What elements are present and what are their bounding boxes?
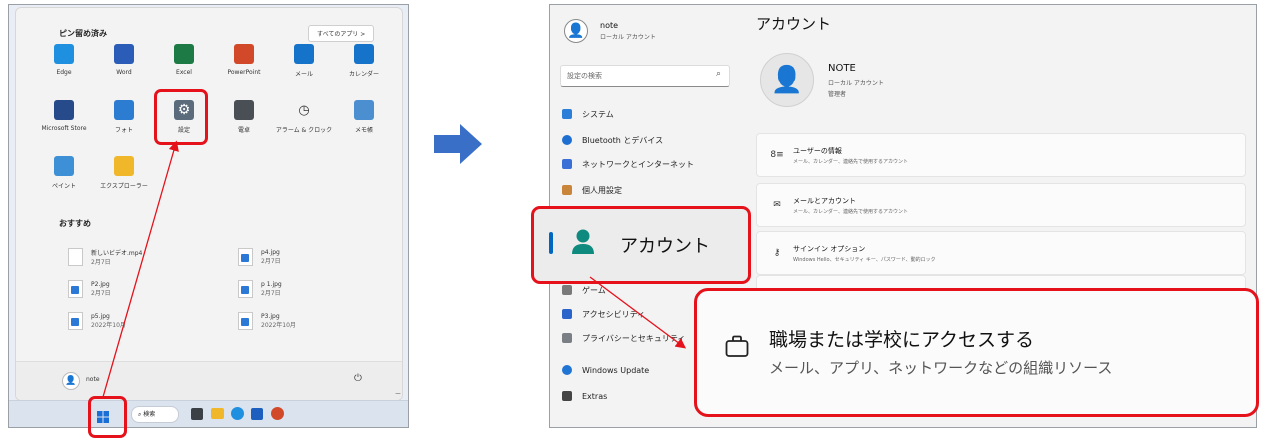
accounts-to-work-arrow — [589, 276, 687, 349]
start-to-settings-arrow — [102, 140, 179, 398]
connector-arrows — [102, 140, 687, 398]
